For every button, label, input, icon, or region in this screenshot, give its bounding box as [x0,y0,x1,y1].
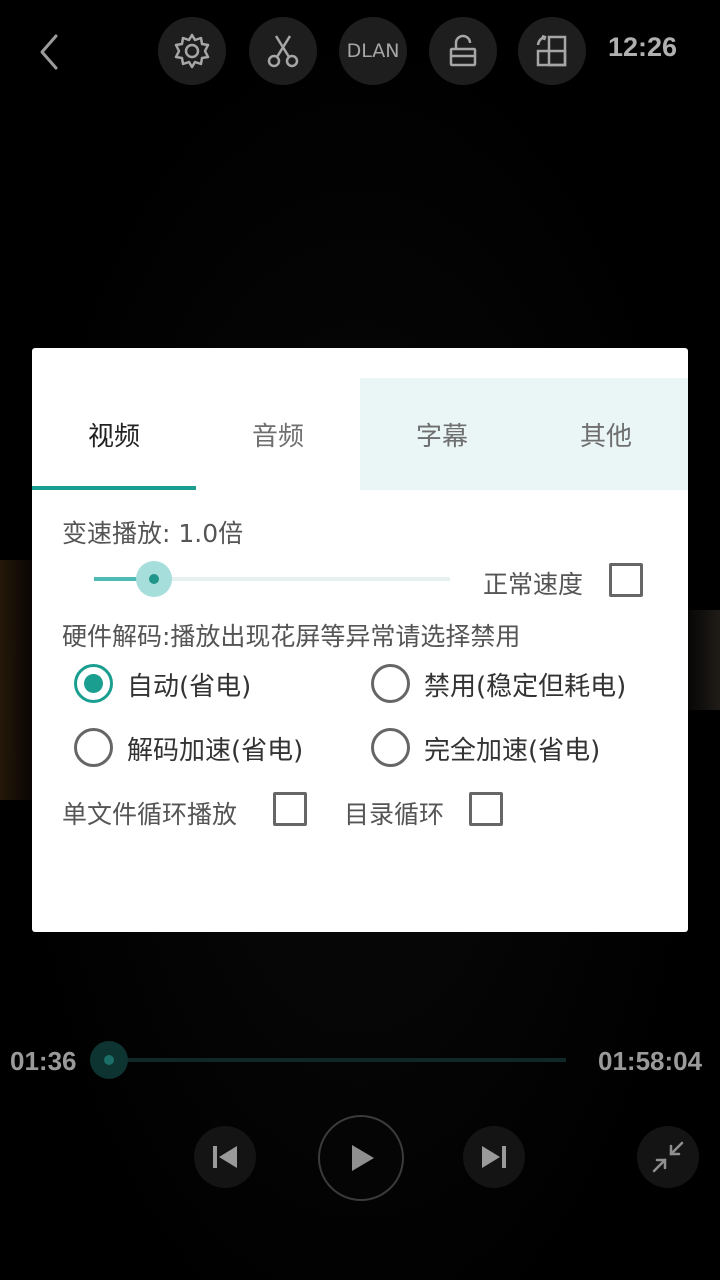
radio-disable-label[interactable]: 禁用(稳定但耗电) [424,666,626,703]
tab-audio[interactable]: 音频 [196,378,360,490]
collapse-icon [652,1141,684,1173]
seek-thumb-dot [104,1055,114,1065]
radio-decode-accel[interactable] [74,728,113,767]
chevron-left-icon [40,34,58,70]
clip-button[interactable] [249,17,317,85]
skip-previous-icon [213,1146,237,1168]
skip-next-icon [482,1146,506,1168]
radio-auto-dot [84,674,103,693]
next-button[interactable] [463,1126,525,1188]
total-time: 01:58:04 [598,1046,703,1076]
single-file-loop-label: 单文件循环播放 [62,800,238,829]
tab-other[interactable]: 其他 [524,378,688,490]
rotate-button[interactable] [518,17,586,85]
seek-thumb[interactable] [90,1041,128,1079]
radio-auto[interactable] [74,664,113,703]
dlan-label: DLAN [346,40,400,62]
radio-decode-accel-label[interactable]: 解码加速(省电) [127,730,303,767]
tab-bar: 视频 音频 字幕 其他 [32,378,688,490]
normal-speed-label: 正常速度 [483,570,584,599]
normal-speed-checkbox[interactable] [609,563,643,597]
folder-loop-checkbox[interactable] [469,792,503,826]
speed-slider-thumb-dot [149,574,159,584]
seek-bar[interactable] [110,1058,566,1062]
radio-disable[interactable] [371,664,410,703]
clock: 12:26 [608,32,678,62]
single-file-loop-checkbox[interactable] [273,792,307,826]
dlan-button[interactable]: DLAN [339,17,407,85]
play-icon [352,1145,374,1171]
play-button[interactable] [318,1115,404,1201]
radio-auto-label[interactable]: 自动(省电) [127,666,251,703]
playback-settings-dialog: 视频 音频 字幕 其他 变速播放: 1.0倍 正常速度 硬件解码:播放出现花屏等… [32,348,688,932]
current-time: 01:36 [10,1046,77,1076]
speed-slider-thumb[interactable] [136,561,172,597]
tab-video[interactable]: 视频 [32,378,196,490]
exit-fullscreen-button[interactable] [637,1126,699,1188]
folder-loop-label: 目录循环 [344,800,445,829]
lock-button[interactable] [429,17,497,85]
unlock-icon [449,34,477,67]
scissors-icon [267,35,299,68]
settings-button[interactable] [158,17,226,85]
gear-icon [174,33,210,69]
speed-label: 变速播放: 1.0倍 [62,519,244,548]
radio-full-accel[interactable] [371,728,410,767]
back-button[interactable] [28,28,72,76]
tab-active-indicator [32,486,196,490]
radio-full-accel-label[interactable]: 完全加速(省电) [424,730,600,767]
tab-subtitle[interactable]: 字幕 [360,378,524,490]
hw-decode-label: 硬件解码:播放出现花屏等异常请选择禁用 [62,622,521,651]
screen-rotate-icon [536,34,567,67]
previous-button[interactable] [194,1126,256,1188]
